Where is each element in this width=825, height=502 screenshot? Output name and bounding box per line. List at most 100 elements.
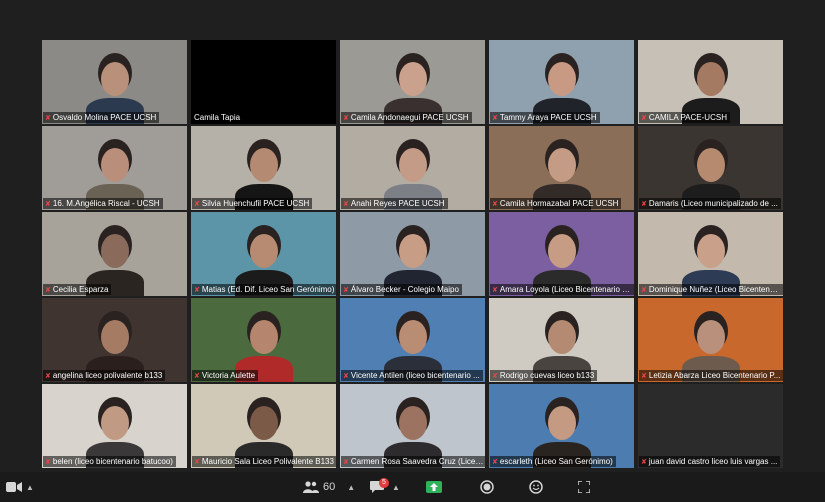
- participant-name-label: Damaris (Liceo municipalizado de ...: [648, 199, 778, 208]
- participant-face: [399, 320, 427, 354]
- chat-badge: 5: [379, 478, 389, 488]
- participant-name: ✘ escarleth (Liceo San Gerónimo): [490, 456, 616, 467]
- mic-muted-icon: ✘: [194, 201, 200, 208]
- mic-muted-icon: ✘: [343, 373, 349, 380]
- participant-tile[interactable]: ✘ Amara Loyola (Liceo Bicentenario D...: [489, 212, 634, 296]
- participant-name-label: Camila Hormazabal PACE UCSH: [499, 199, 619, 208]
- participant-tile[interactable]: ✘ Carmen Rosa Saavedra Cruz (Liceo...: [340, 384, 485, 468]
- share-screen-button[interactable]: [426, 477, 442, 497]
- chevron-up-icon[interactable]: ▲: [26, 483, 34, 492]
- participant-face: [399, 62, 427, 96]
- participant-face: [399, 148, 427, 182]
- participants-icon: [303, 481, 319, 493]
- participants-button[interactable]: 60 ▲: [303, 477, 355, 497]
- participant-tile[interactable]: ✘ Vicente Antilen (liceo bicentenario ...: [340, 298, 485, 382]
- mic-muted-icon: ✘: [641, 115, 647, 122]
- participant-name-label: angelina liceo polivalente b133: [52, 371, 163, 380]
- participant-name: ✘ 16. M.Angélica Riscal - UCSH: [43, 198, 163, 209]
- participant-face: [250, 148, 278, 182]
- participant-tile[interactable]: ✘ Osvaldo Molina PACE UCSH: [42, 40, 187, 124]
- mic-muted-icon: ✘: [194, 287, 200, 294]
- mic-muted-icon: ✘: [641, 201, 647, 208]
- participant-name-label: Mauricio Sala Liceo Polivalente B133: [201, 457, 334, 466]
- participant-name: ✘ Vicente Antilen (liceo bicentenario ...: [341, 370, 483, 381]
- participant-name: ✘ angelina liceo polivalente b133: [43, 370, 166, 381]
- participant-name: ✘ CAMILA PACE-UCSH: [639, 112, 730, 123]
- fullscreen-button[interactable]: [578, 477, 590, 497]
- mic-muted-icon: ✘: [492, 201, 498, 208]
- mic-muted-icon: ✘: [343, 201, 349, 208]
- meeting-toolbar: ▲ 60 ▲ 5 ▲: [0, 472, 825, 502]
- participant-tile[interactable]: ✘ 16. M.Angélica Riscal - UCSH: [42, 126, 187, 210]
- participant-face: [697, 62, 725, 96]
- participant-name-label: Letizia Abarza Liceo Bicentenario P...: [648, 371, 781, 380]
- participant-tile[interactable]: ✘ Mauricio Sala Liceo Polivalente B133: [191, 384, 336, 468]
- participant-tile[interactable]: ✘ Matias (Ed. Dif. Liceo San Gerónimo): [191, 212, 336, 296]
- mic-muted-icon: ✘: [45, 201, 51, 208]
- participant-name: ✘ Cecilia Esparza: [43, 284, 112, 295]
- participant-name-label: Álvaro Becker - Colegio Maipo: [350, 285, 459, 294]
- participant-tile[interactable]: ✘ Silvia Huenchufil PACE UCSH: [191, 126, 336, 210]
- video-toggle-button[interactable]: ▲: [6, 477, 34, 497]
- mic-muted-icon: ✘: [343, 115, 349, 122]
- participant-name-label: Tammy Araya PACE UCSH: [499, 113, 597, 122]
- participant-face: [101, 320, 129, 354]
- participant-name-label: Silvia Huenchufil PACE UCSH: [201, 199, 310, 208]
- participant-name-label: Camila Tapia: [194, 113, 241, 122]
- participant-tile[interactable]: ✘ Rodrigo cuevas liceo b133: [489, 298, 634, 382]
- participant-tile[interactable]: ✘ Camila Andonaegui PACE UCSH: [340, 40, 485, 124]
- mic-muted-icon: ✘: [194, 459, 200, 466]
- participant-name-label: Osvaldo Molina PACE UCSH: [52, 113, 157, 122]
- participant-tile[interactable]: ✘ Damaris (Liceo municipalizado de ...: [638, 126, 783, 210]
- mic-muted-icon: ✘: [343, 287, 349, 294]
- participant-face: [250, 320, 278, 354]
- participant-name: Camila Tapia: [192, 112, 244, 123]
- participant-tile[interactable]: ✘ Victoria Aulette: [191, 298, 336, 382]
- participant-face: [548, 406, 576, 440]
- participant-tile[interactable]: ✘ Cecilia Esparza: [42, 212, 187, 296]
- participant-tile[interactable]: ✘ Dominique Nuñez (Liceo Bicentenar...: [638, 212, 783, 296]
- chevron-up-icon[interactable]: ▲: [392, 483, 400, 492]
- participant-name: ✘ juan david castro liceo luis vargas ...: [639, 456, 781, 467]
- participant-name: ✘ Victoria Aulette: [192, 370, 259, 381]
- participant-name: ✘ Álvaro Becker - Colegio Maipo: [341, 284, 462, 295]
- participant-tile[interactable]: ✘ angelina liceo polivalente b133: [42, 298, 187, 382]
- chevron-up-icon[interactable]: ▲: [347, 483, 355, 492]
- participant-tile[interactable]: ✘ belen (liceo bicentenario batucoo): [42, 384, 187, 468]
- participant-name-label: Anahi Reyes PACE UCSH: [350, 199, 445, 208]
- participant-name-label: Matias (Ed. Dif. Liceo San Gerónimo): [201, 285, 335, 294]
- participant-tile[interactable]: ✘ Camila Hormazabal PACE UCSH: [489, 126, 634, 210]
- participant-tile[interactable]: ✘ Anahi Reyes PACE UCSH: [340, 126, 485, 210]
- mic-muted-icon: ✘: [343, 459, 349, 466]
- participant-name-label: Cecilia Esparza: [52, 285, 109, 294]
- participant-tile[interactable]: ✘ juan david castro liceo luis vargas ...: [638, 384, 783, 468]
- participant-name: ✘ belen (liceo bicentenario batucoo): [43, 456, 176, 467]
- mic-muted-icon: ✘: [492, 373, 498, 380]
- participant-name-label: Amara Loyola (Liceo Bicentenario D...: [499, 285, 634, 294]
- mic-muted-icon: ✘: [45, 115, 51, 122]
- participant-name: ✘ Camila Andonaegui PACE UCSH: [341, 112, 472, 123]
- participant-tile[interactable]: ✘ CAMILA PACE-UCSH: [638, 40, 783, 124]
- mic-muted-icon: ✘: [641, 459, 647, 466]
- participant-tile[interactable]: ✘ Tammy Araya PACE UCSH: [489, 40, 634, 124]
- chat-button[interactable]: 5 ▲: [370, 477, 400, 497]
- record-button[interactable]: [480, 477, 494, 497]
- participant-tile[interactable]: ✘ escarleth (Liceo San Gerónimo): [489, 384, 634, 468]
- participant-face: [250, 406, 278, 440]
- participant-tile[interactable]: Camila Tapia: [191, 40, 336, 124]
- participant-name: ✘ Rodrigo cuevas liceo b133: [490, 370, 598, 381]
- participant-face: [548, 234, 576, 268]
- expand-icon: [578, 481, 590, 493]
- participant-name-label: Carmen Rosa Saavedra Cruz (Liceo...: [350, 457, 485, 466]
- participant-name: ✘ Mauricio Sala Liceo Polivalente B133: [192, 456, 336, 467]
- reactions-button[interactable]: [529, 477, 543, 497]
- mic-muted-icon: ✘: [492, 115, 498, 122]
- mic-muted-icon: ✘: [641, 373, 647, 380]
- participant-tile[interactable]: ✘ Álvaro Becker - Colegio Maipo: [340, 212, 485, 296]
- chat-icon: 5: [370, 478, 389, 493]
- participant-name-label: Victoria Aulette: [201, 371, 256, 380]
- participant-tile[interactable]: ✘ Letizia Abarza Liceo Bicentenario P...: [638, 298, 783, 382]
- participant-face: [101, 62, 129, 96]
- participant-face: [697, 148, 725, 182]
- video-gallery: ✘ Osvaldo Molina PACE UCSH Camila Tapia ✘ Ca…: [42, 40, 784, 468]
